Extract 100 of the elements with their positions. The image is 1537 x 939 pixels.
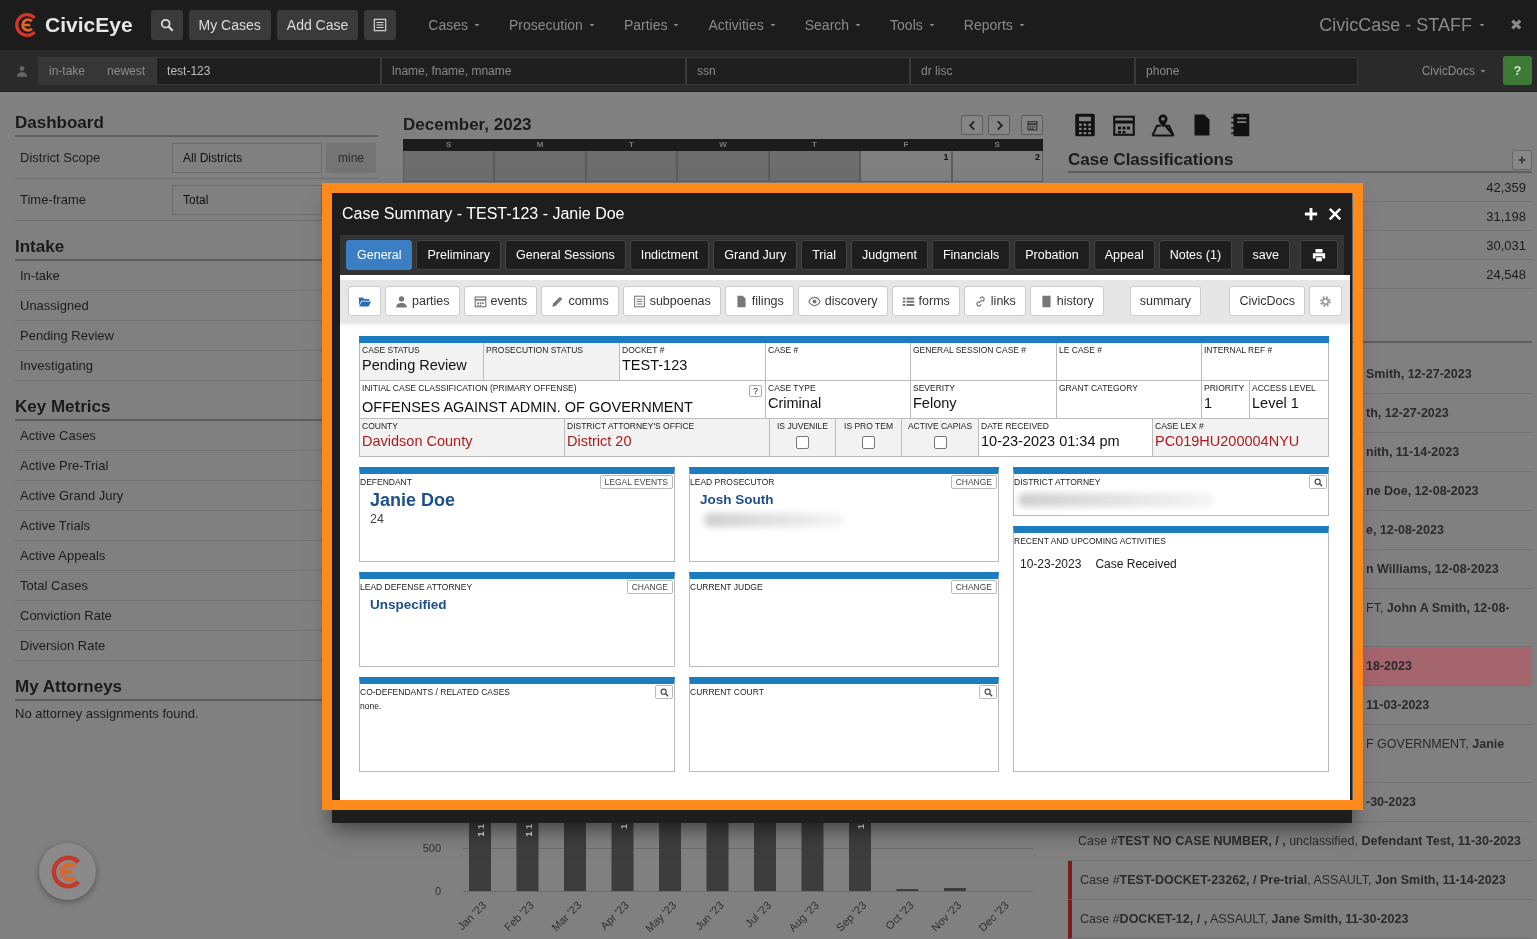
metric-item[interactable]: Active Appeals <box>15 541 322 571</box>
day-cell[interactable]: 1 <box>860 151 952 182</box>
field-cell[interactable]: GRANT CATEGORY <box>1056 381 1201 419</box>
toolbar-button[interactable]: comms <box>541 286 619 316</box>
toolbar-button[interactable]: discovery <box>797 286 888 316</box>
save-button[interactable]: save <box>1241 240 1290 270</box>
metric-item[interactable]: Active Cases <box>15 421 322 451</box>
field-cell[interactable]: CASE # <box>765 343 910 381</box>
metric-item[interactable]: Conviction Rate <box>15 601 322 631</box>
field-cell[interactable]: IS JUVENILE <box>769 419 835 457</box>
metric-item[interactable]: Unassigned <box>15 291 322 321</box>
tab[interactable]: Preliminary <box>416 240 501 270</box>
tab[interactable]: Grand Jury <box>713 240 798 270</box>
field-cell[interactable]: INITIAL CASE CLASSIFICATION (PRIMARY OFFENSE) ? OFFENSES AGAINST ADMIN. OF GOVERNMENT <box>359 381 765 419</box>
field-cell[interactable]: INTERNAL REF # <box>1201 343 1329 381</box>
checkbox[interactable] <box>796 436 809 449</box>
menu-item[interactable]: Prosecution <box>508 17 596 33</box>
field-cell[interactable]: COUNTY Davidson County <box>359 419 564 457</box>
docs-menu[interactable]: CivicDocs <box>1421 63 1487 78</box>
search-button[interactable] <box>1309 475 1327 489</box>
person-name[interactable]: Unspecified <box>370 597 447 612</box>
tab[interactable]: Appeal <box>1093 240 1155 270</box>
field-cell[interactable]: PRIORITY 1 <box>1201 381 1249 419</box>
menu-item[interactable]: Cases <box>428 17 481 33</box>
metric-item[interactable]: Diversion Rate <box>15 631 322 661</box>
filter-button[interactable]: in-take <box>38 56 97 85</box>
menu-item[interactable]: Tools <box>890 17 936 33</box>
menu-item[interactable]: Activities <box>708 17 777 33</box>
field-cell[interactable]: PROSECUTION STATUS <box>483 343 619 381</box>
add-button[interactable] <box>1512 150 1532 171</box>
tab[interactable]: Notes (1) <box>1158 240 1233 270</box>
summary-button[interactable]: summary <box>1129 286 1202 316</box>
day-cell[interactable] <box>768 151 861 182</box>
field-cell[interactable]: ACCESS LEVEL Level 1 <box>1249 381 1329 419</box>
select-field[interactable]: Total <box>172 184 322 215</box>
menu-item[interactable]: Reports <box>963 17 1026 33</box>
card-action-button[interactable]: CHANGE <box>950 475 997 489</box>
user-icon[interactable] <box>16 64 28 77</box>
field-cell[interactable]: CASE TYPE Criminal <box>765 381 910 419</box>
toolbar-button[interactable]: history <box>1029 286 1104 316</box>
field-cell[interactable]: CASE LEX # PC019HU200004NYU <box>1152 419 1329 457</box>
nav-button[interactable]: My Cases <box>188 10 271 40</box>
field-cell[interactable]: DATE RECEIVED 10-23-2023 01:34 pm <box>978 419 1152 457</box>
case-list-item[interactable]: Case #TEST-DOCKET-23262, / Pre-trial, ASSAULT, Jon Smith, 11-14-2023 <box>1068 861 1532 900</box>
checkbox[interactable] <box>862 436 875 449</box>
search-button[interactable] <box>979 685 997 699</box>
metric-item[interactable]: Total Cases <box>15 571 322 601</box>
person-name[interactable]: Josh South <box>700 492 774 507</box>
account-menu[interactable]: CivicCase - STAFF <box>1319 14 1486 36</box>
metric-item[interactable]: Investigating <box>15 351 322 381</box>
close-button[interactable]: ✖ <box>1510 16 1523 34</box>
help-button[interactable]: ? <box>1503 56 1532 85</box>
field-cell[interactable]: IS PRO TEM <box>835 419 901 457</box>
tab[interactable]: Judgment <box>851 240 928 270</box>
nav-button[interactable]: Add Case <box>276 10 359 40</box>
select-field[interactable]: All Districts <box>172 142 322 173</box>
toolbar-button[interactable]: events <box>463 286 538 316</box>
calendar-icon[interactable] <box>1112 113 1136 137</box>
help-button[interactable]: ? <box>749 385 762 397</box>
toolbar-button[interactable] <box>348 286 381 316</box>
metric-item[interactable]: Pending Review <box>15 321 322 351</box>
calculator-icon[interactable] <box>1073 113 1097 137</box>
field-cell[interactable]: GENERAL SESSION CASE # <box>910 343 1056 381</box>
field-cell[interactable]: CASE STATUS Pending Review <box>359 343 483 381</box>
toolbar-button[interactable]: parties <box>385 286 460 316</box>
search-field[interactable]: phone <box>1135 56 1359 85</box>
close-icon[interactable] <box>1328 207 1342 221</box>
search-field[interactable]: ssn <box>686 56 911 85</box>
menu-item[interactable]: Parties <box>623 17 681 33</box>
plus-icon[interactable] <box>1304 207 1318 221</box>
checkbox[interactable] <box>933 436 947 449</box>
card-action-button[interactable]: LEGAL EVENTS <box>599 475 673 489</box>
search-field[interactable]: lname, fname, mname <box>381 56 687 85</box>
tab[interactable]: General <box>346 240 413 270</box>
search-button[interactable] <box>655 685 673 699</box>
brand-name[interactable]: CivicEye <box>45 13 133 37</box>
case-list-item[interactable]: Case #DOCKET-12, / , ASSAULT, Jane Smith, 11-30-2023 <box>1068 900 1532 939</box>
menu-item[interactable]: Search <box>804 17 863 33</box>
print-button[interactable] <box>1300 240 1338 270</box>
settings-button[interactable] <box>1309 286 1342 316</box>
field-cell[interactable]: LE CASE # <box>1056 343 1201 381</box>
toolbar-button[interactable]: filings <box>724 286 794 316</box>
metric-item[interactable]: Active Grand Jury <box>15 481 322 511</box>
next-button[interactable] <box>988 115 1010 135</box>
tab[interactable]: Indictment <box>629 240 710 270</box>
person-name[interactable]: Janie Doe <box>370 490 456 511</box>
card-action-button[interactable]: CHANGE <box>626 580 673 594</box>
tab[interactable]: General Sessions <box>505 240 626 270</box>
card-action-button[interactable]: CHANGE <box>950 580 997 594</box>
calendar-button[interactable] <box>1021 115 1043 135</box>
day-cell[interactable] <box>585 151 678 182</box>
metric-item[interactable]: Active Trials <box>15 511 322 541</box>
filter-button[interactable]: newest <box>96 56 157 85</box>
docs-button[interactable]: CivicDocs <box>1229 286 1305 316</box>
field-cell[interactable]: DOCKET # TEST-123 <box>619 343 765 381</box>
day-cell[interactable] <box>677 151 769 182</box>
tab[interactable]: Probation <box>1014 240 1090 270</box>
field-cell[interactable]: ACTIVE CAPIAS <box>901 419 978 457</box>
metric-item[interactable]: Active Pre-Trial <box>15 451 322 481</box>
tab[interactable]: Financials <box>931 240 1011 270</box>
